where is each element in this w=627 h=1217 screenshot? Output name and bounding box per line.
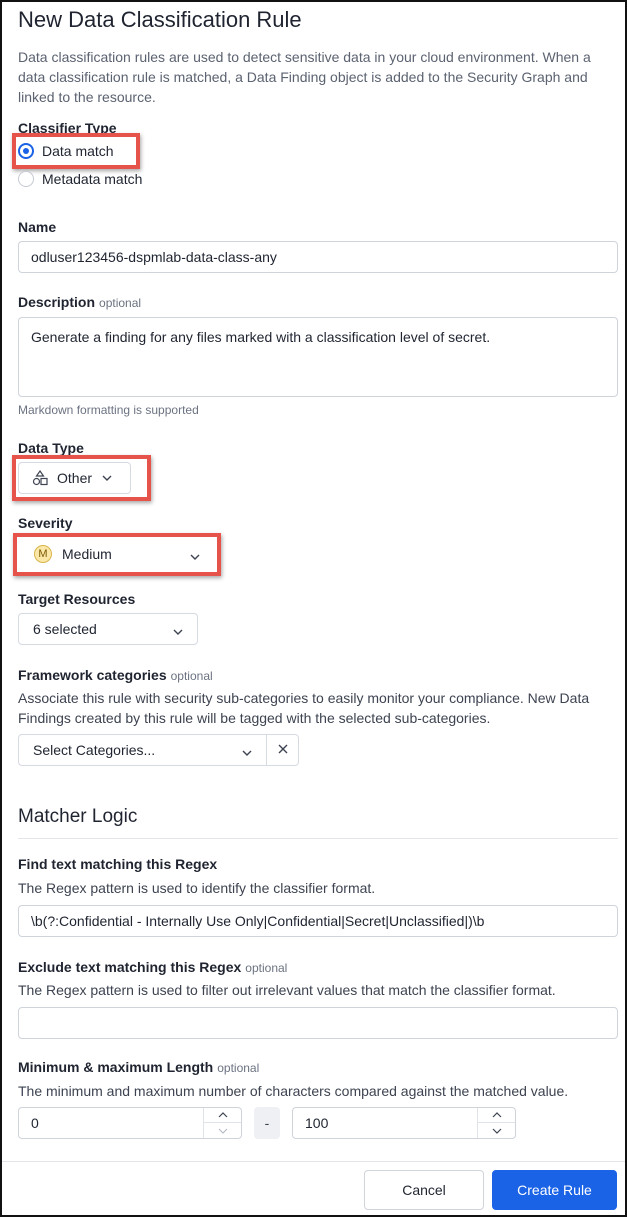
length-optional-tag: optional [217,1061,260,1075]
radio-data-match-indicator[interactable] [18,143,34,159]
framework-help: Associate this rule with security sub-ca… [18,690,590,726]
description-textarea[interactable]: Generate a finding for any files marked … [18,317,618,397]
radio-metadata-match[interactable]: Metadata match [18,171,142,187]
new-rule-panel: New Data Classification Rule Data classi… [0,0,627,1217]
severity-medium-badge: M [34,545,52,563]
framework-optional-tag: optional [170,669,213,683]
length-help: The minimum and maximum number of charac… [18,1083,569,1099]
markdown-hint: Markdown formatting is supported [18,403,199,417]
chevron-down-icon [190,549,200,560]
exclude-optional-tag: optional [245,961,288,975]
name-field[interactable]: odluser123456-dspmlab-data-class-any [18,241,618,273]
matcher-logic-heading: Matcher Logic [18,806,138,827]
stepper-up-icon[interactable] [204,1108,241,1123]
name-field-value: odluser123456-dspmlab-data-class-any [31,249,277,265]
framework-categories-select[interactable]: Select Categories... [18,734,299,766]
framework-placeholder: Select Categories... [33,742,156,758]
footer-divider [2,1161,625,1162]
max-length-field[interactable]: 100 [292,1107,516,1139]
min-length-field[interactable]: 0 [18,1107,242,1139]
stepper-up-icon[interactable] [478,1108,515,1123]
exclude-regex-label: Exclude text matching this Regex optional [18,959,287,975]
data-type-select[interactable]: Other [18,462,131,494]
find-regex-field[interactable]: \b(?:Confidential - Internally Use Only|… [18,905,618,937]
cancel-button[interactable]: Cancel [364,1170,484,1210]
min-length-value: 0 [31,1115,39,1131]
severity-select[interactable]: M Medium [19,538,215,570]
shapes-icon [31,469,49,487]
intro-text: Data classification rules are used to de… [18,49,591,105]
radio-data-match-label: Data match [42,143,114,159]
length-label: Minimum & maximum Length optional [18,1059,259,1075]
max-length-value: 100 [305,1115,329,1131]
description-label-text: Description [18,294,96,310]
radio-metadata-match-label: Metadata match [42,171,143,187]
chevron-down-icon [242,745,252,756]
find-regex-value: \b(?:Confidential - Internally Use Only|… [31,913,485,929]
framework-categories-dropdown[interactable]: Select Categories... [19,735,266,765]
min-length-stepper[interactable] [203,1108,241,1138]
description-textarea-value: Generate a finding for any files marked … [31,329,491,345]
exclude-regex-help: The Regex pattern is used to filter out … [18,982,556,998]
create-rule-button[interactable]: Create Rule [492,1170,617,1210]
name-label: Name [18,219,57,235]
framework-label: Framework categories optional [18,667,213,683]
chevron-down-icon [102,470,112,486]
data-type-label: Data Type [18,440,84,456]
close-icon [278,741,288,759]
target-resources-label: Target Resources [18,591,136,607]
section-divider [18,838,618,839]
range-separator: - [254,1107,280,1139]
target-resources-value: 6 selected [33,621,97,637]
data-type-value: Other [57,470,93,486]
target-resources-select[interactable]: 6 selected [18,613,198,645]
severity-label: Severity [18,515,73,531]
framework-label-text: Framework categories [18,667,167,683]
severity-value: Medium [62,546,112,562]
radio-metadata-match-indicator[interactable] [18,171,34,187]
exclude-regex-label-text: Exclude text matching this Regex [18,959,242,975]
stepper-down-icon[interactable] [204,1123,241,1138]
find-regex-label: Find text matching this Regex [18,856,218,872]
length-label-text: Minimum & maximum Length [18,1059,214,1075]
description-optional-tag: optional [99,296,142,310]
exclude-regex-field[interactable] [18,1007,618,1039]
page-title: New Data Classification Rule [18,7,302,32]
stepper-down-icon[interactable] [478,1123,515,1138]
description-label: Description optional [18,294,141,310]
clear-categories-button[interactable] [266,735,298,765]
chevron-down-icon [173,624,183,635]
radio-data-match[interactable]: Data match [18,143,114,159]
max-length-stepper[interactable] [477,1108,515,1138]
find-regex-help: The Regex pattern is used to identify th… [18,880,376,896]
